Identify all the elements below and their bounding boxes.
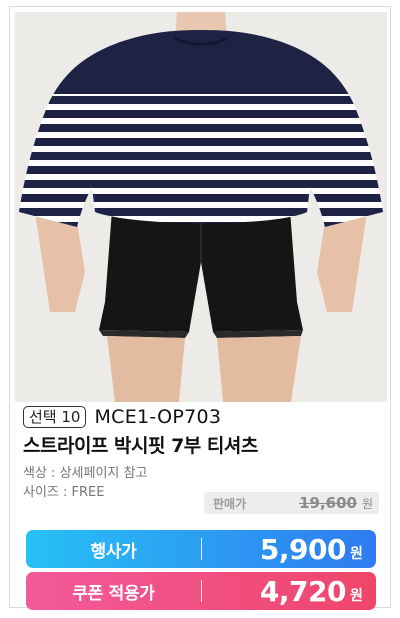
product-title[interactable]: 스트라이프 박시핏 7부 티셔츠: [23, 433, 379, 459]
product-photo-illustration: [15, 12, 387, 402]
event-price-value: 5,900: [259, 532, 347, 566]
list-price-value: 19,600: [299, 494, 357, 512]
list-price-unit: 원: [361, 496, 373, 511]
event-price-unit: 원: [350, 546, 363, 562]
list-price-label: 판매가: [213, 496, 247, 511]
event-price-bar[interactable]: 행사가 5,900 원: [26, 530, 376, 568]
event-price-label: 행사가: [90, 541, 137, 562]
color-info: 색상 : 상세페이지 참고: [23, 466, 148, 481]
list-price-box: 판매가 19,600 원: [204, 492, 379, 514]
product-info: 선택 10 MCE1-OP703 스트라이프 박시핏 7부 티셔츠 색상 : 상…: [23, 405, 379, 610]
product-image[interactable]: [15, 12, 387, 402]
coupon-price-bar[interactable]: 쿠폰 적용가 4,720 원: [26, 572, 376, 610]
product-code: MCE1-OP703: [94, 406, 222, 428]
product-code-row: 선택 10 MCE1-OP703: [23, 405, 379, 429]
coupon-price-value: 4,720: [259, 574, 347, 608]
coupon-price-unit: 원: [350, 588, 363, 604]
product-card[interactable]: 선택 10 MCE1-OP703 스트라이프 박시핏 7부 티셔츠 색상 : 상…: [9, 6, 391, 610]
select-badge[interactable]: 선택 10: [23, 406, 87, 428]
coupon-price-label: 쿠폰 적용가: [72, 583, 155, 604]
